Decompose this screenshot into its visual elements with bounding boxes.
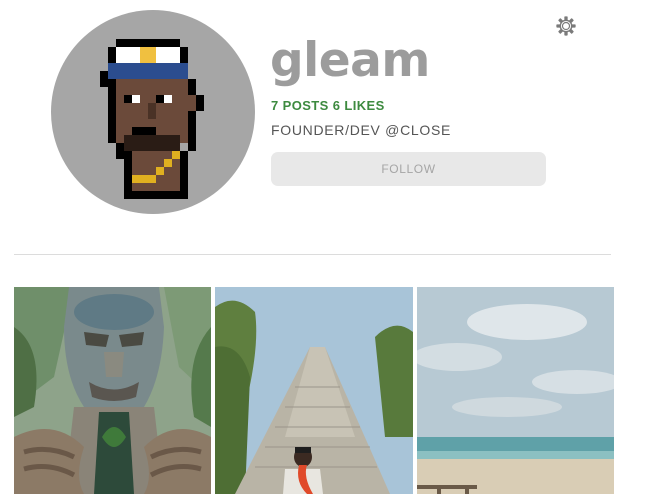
follow-button[interactable]: FOLLOW: [271, 152, 546, 186]
profile-avatar: [51, 10, 255, 214]
post-image: [215, 287, 413, 494]
post-image: [14, 287, 211, 494]
post-thumbnail[interactable]: [14, 287, 211, 494]
post-thumbnail[interactable]: [417, 287, 614, 494]
post-thumbnail[interactable]: [215, 287, 413, 494]
pixel-art-avatar: [100, 39, 204, 199]
post-image: [417, 287, 614, 494]
profile-stats: 7 POSTS 6 LIKES: [271, 98, 385, 113]
gear-icon: [556, 16, 576, 36]
profile-bio: FOUNDER/DEV @CLOSE: [271, 122, 452, 138]
posts-grid: [14, 287, 614, 494]
profile-divider: [14, 254, 611, 255]
settings-button[interactable]: [555, 15, 577, 37]
profile-username: gleam: [270, 33, 430, 88]
